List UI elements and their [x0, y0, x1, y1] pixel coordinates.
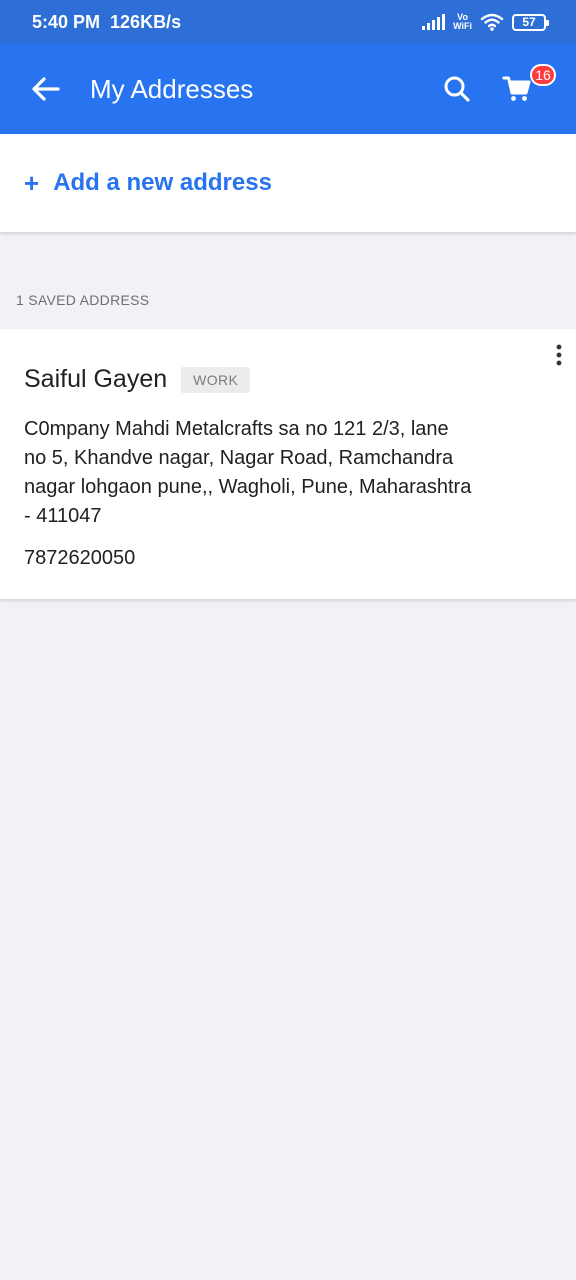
address-header: Saiful Gayen WORK	[24, 365, 251, 394]
address-type-tag: WORK	[181, 366, 251, 393]
plus-icon: +	[24, 167, 40, 198]
battery-icon: 57	[512, 13, 549, 31]
add-new-address-label: Add a new address	[53, 169, 272, 196]
cart-count-badge: 16	[530, 64, 556, 86]
address-name: Saiful Gayen	[24, 365, 168, 393]
status-bar: 5:40 PM 126KB/s Vo WiFi 57	[0, 0, 576, 44]
status-time: 5:40 PM	[32, 11, 101, 32]
page-title: My Addresses	[90, 73, 254, 104]
address-card[interactable]: Saiful Gayen WORK C0mpany Mahdi Metalcra…	[0, 329, 576, 599]
vowifi-icon: Vo WiFi	[453, 12, 472, 31]
more-options-button[interactable]	[548, 335, 570, 375]
back-button[interactable]	[0, 44, 90, 134]
wifi-icon	[480, 13, 504, 31]
status-network-speed: 126KB/s	[110, 11, 182, 32]
saved-address-count: 1 SAVED ADDRESS	[16, 292, 150, 308]
address-phone: 7872620050	[24, 547, 136, 569]
status-icons: Vo WiFi 57	[422, 12, 549, 31]
more-vert-icon	[556, 344, 562, 366]
signal-icon	[422, 14, 446, 30]
app-bar: My Addresses	[0, 44, 576, 134]
search-button[interactable]	[432, 64, 482, 114]
add-new-address-button[interactable]: + Add a new address	[0, 134, 576, 232]
back-arrow-icon	[32, 77, 60, 101]
address-text: C0mpany Mahdi Metalcrafts sa no 121 2/3,…	[24, 418, 472, 527]
cart-icon	[502, 76, 531, 101]
search-icon	[444, 76, 470, 102]
